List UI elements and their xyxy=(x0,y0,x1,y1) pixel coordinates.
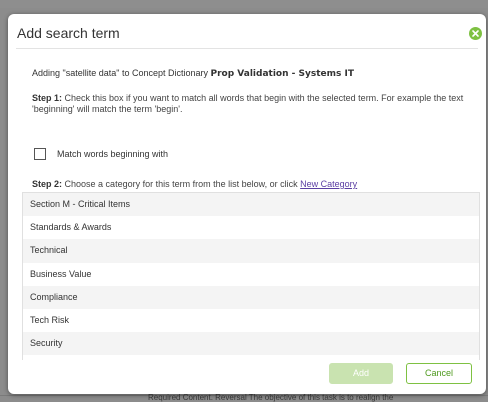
match-words-label[interactable]: Match words beginning with xyxy=(57,149,168,159)
background-text: Required Content. Reversal The objective… xyxy=(148,393,394,402)
category-item[interactable]: Tech Risk xyxy=(23,308,479,333)
close-icon[interactable] xyxy=(469,27,482,40)
category-item[interactable]: Compliance xyxy=(23,285,479,309)
dictionary-name: Prop Validation - Systems IT xyxy=(210,69,354,79)
intro-text: Adding "satellite data" to Concept Dicti… xyxy=(32,67,354,80)
category-item[interactable]: Business Value xyxy=(23,262,479,286)
category-item[interactable]: Security xyxy=(23,332,479,356)
step1-instructions: Step 1: Check this box if you want to ma… xyxy=(32,93,478,115)
intro-prefix: Adding "satellite data" to Concept Dicti… xyxy=(32,68,211,78)
background-header xyxy=(0,0,488,8)
cancel-button[interactable]: Cancel xyxy=(406,363,472,384)
title-divider xyxy=(16,48,478,49)
step2-instructions: Step 2: Choose a category for this term … xyxy=(32,179,357,190)
match-words-checkbox[interactable] xyxy=(34,148,46,160)
category-item[interactable]: Technical xyxy=(23,239,479,263)
step2-text: Choose a category for this term from the… xyxy=(64,179,301,189)
category-item[interactable]: Standards & Awards xyxy=(23,216,479,240)
add-button[interactable]: Add xyxy=(329,363,393,384)
category-item[interactable]: Section M - Critical Items xyxy=(23,193,479,217)
new-category-link[interactable]: New Category xyxy=(300,179,357,189)
dialog-title: Add search term xyxy=(17,25,120,41)
category-list[interactable]: Section M - Critical Items Standards & A… xyxy=(22,192,480,360)
step1-text: Check this box if you want to match all … xyxy=(32,93,464,114)
step1-label: Step 1: xyxy=(32,93,63,103)
add-search-term-dialog: Add search term Adding "satellite data" … xyxy=(8,14,486,394)
match-words-checkbox-row[interactable]: Match words beginning with xyxy=(34,147,168,161)
step2-label: Step 2: xyxy=(32,179,63,189)
